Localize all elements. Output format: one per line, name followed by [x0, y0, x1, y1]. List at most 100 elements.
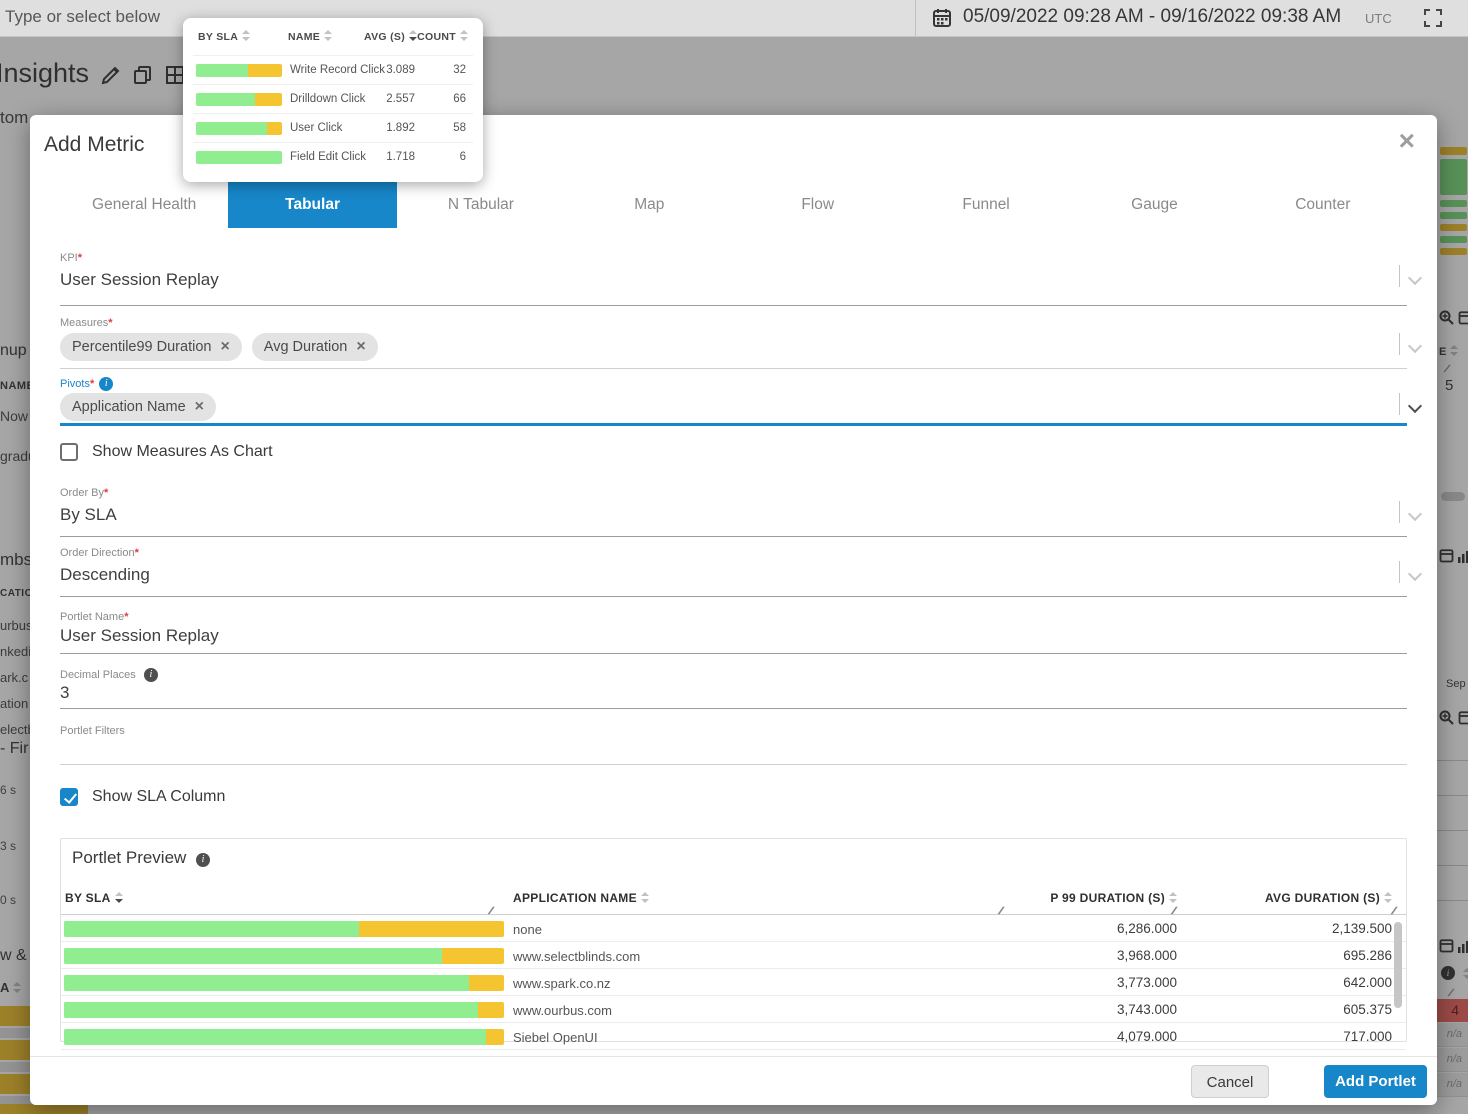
avg-value: 3.089: [386, 64, 415, 76]
chevron-down-icon[interactable]: [1410, 401, 1421, 412]
chevron-down-icon[interactable]: [1410, 273, 1421, 284]
col-by-sla[interactable]: BY SLA: [65, 891, 123, 905]
col-application-name[interactable]: APPLICATION NAME: [513, 891, 649, 905]
decimal-places-label: Decimal Places i: [60, 668, 158, 682]
dialog-title: Add Metric: [44, 133, 145, 156]
tooltip-col-by-sla[interactable]: BY SLA: [198, 30, 251, 43]
order-by-select[interactable]: By SLA: [60, 505, 117, 525]
p99-value: 4,079.000: [1116, 1029, 1177, 1044]
event-name: Field Edit Click: [290, 151, 367, 163]
chevron-down-icon[interactable]: [1410, 509, 1421, 520]
tab-flow[interactable]: Flow: [734, 182, 902, 228]
tab-counter[interactable]: Counter: [1239, 182, 1407, 228]
avg-value: 1.892: [386, 122, 415, 134]
chip-remove-icon[interactable]: ×: [356, 338, 365, 356]
tooltip-row: User Click 1.892 58: [193, 113, 473, 142]
event-name: User Click: [290, 122, 343, 134]
kpi-select[interactable]: User Session Replay: [60, 270, 219, 290]
checkbox-label: Show Measures As Chart: [92, 443, 273, 460]
p99-value: 6,286.000: [1116, 921, 1177, 936]
table-row[interactable]: www.spark.co.nz 3,773.000 642.000: [61, 969, 1406, 996]
sla-bar: [196, 93, 282, 106]
count-value: 58: [453, 122, 466, 134]
chip-remove-icon[interactable]: ×: [195, 398, 204, 416]
table-row[interactable]: www.selectblinds.com 3,968.000 695.286: [61, 942, 1406, 969]
kpi-label: KPI*: [60, 252, 83, 264]
chevron-down-icon[interactable]: [1410, 341, 1421, 352]
measures-select[interactable]: Percentile99 Duration × Avg Duration ×: [60, 333, 378, 361]
info-icon[interactable]: i: [196, 853, 211, 867]
show-sla-column-checkbox[interactable]: [60, 788, 78, 806]
tooltip-col-avg[interactable]: AVG (S): [364, 30, 417, 43]
table-row[interactable]: Siebel OpenUI 4,079.000 717.000: [61, 1023, 1406, 1050]
sla-bar: [64, 1029, 504, 1045]
order-direction-label: Order Direction*: [60, 547, 139, 559]
avg-value: 605.375: [1343, 1002, 1392, 1017]
sla-tooltip-card: BY SLA NAME AVG (S) COUNT Write Record C…: [183, 18, 483, 182]
order-by-label: Order By*: [60, 487, 109, 499]
vertical-scrollbar[interactable]: [1394, 922, 1402, 1008]
add-portlet-button[interactable]: Add Portlet: [1324, 1065, 1427, 1098]
order-direction-select[interactable]: Descending: [60, 565, 150, 585]
table-row[interactable]: www.ourbus.com 3,743.000 605.375: [61, 996, 1406, 1023]
count-value: 32: [453, 64, 466, 76]
col-p99-duration[interactable]: P 99 DURATION (S): [1050, 891, 1177, 905]
show-measures-as-chart-checkbox[interactable]: [60, 443, 78, 461]
screen: Type or select below 05/09/2022 09:28 AM…: [0, 0, 1468, 1114]
show-measures-as-chart-row: Show Measures As Chart: [60, 443, 273, 461]
avg-value: 2,139.500: [1331, 921, 1392, 936]
info-icon[interactable]: i: [143, 668, 158, 682]
portlet-name-input[interactable]: User Session Replay: [60, 626, 219, 646]
tab-map[interactable]: Map: [565, 182, 733, 228]
avg-value: 717.000: [1343, 1029, 1392, 1044]
p99-value: 3,743.000: [1116, 1002, 1177, 1017]
avg-value: 1.718: [386, 151, 415, 163]
application-name: www.selectblinds.com: [513, 949, 641, 964]
table-row[interactable]: none 6,286.000 2,139.500: [61, 915, 1406, 942]
pivot-chip[interactable]: Application Name ×: [60, 393, 216, 421]
application-name: Siebel OpenUI: [513, 1030, 598, 1045]
pivots-select[interactable]: Application Name ×: [60, 393, 216, 421]
measure-chip[interactable]: Avg Duration ×: [251, 333, 378, 361]
tab-general-health[interactable]: General Health: [60, 182, 228, 228]
chip-remove-icon[interactable]: ×: [220, 338, 229, 356]
avg-value: 2.557: [386, 93, 415, 105]
sla-bar: [64, 921, 504, 937]
tooltip-col-count[interactable]: COUNT: [417, 30, 468, 43]
tooltip-row: Write Record Click 3.089 32: [193, 55, 473, 84]
application-name: www.ourbus.com: [513, 1003, 612, 1018]
tab-tabular[interactable]: Tabular: [228, 182, 397, 228]
info-icon[interactable]: i: [99, 377, 114, 391]
measure-chip[interactable]: Percentile99 Duration ×: [60, 333, 242, 361]
sla-bar: [196, 151, 282, 164]
count-value: 6: [459, 151, 466, 163]
sla-bar: [196, 122, 282, 135]
tab-funnel[interactable]: Funnel: [902, 182, 1070, 228]
avg-value: 642.000: [1343, 975, 1392, 990]
chart-type-tabs: General Health Tabular N Tabular Map Flo…: [60, 182, 1407, 228]
sla-bar: [64, 975, 504, 991]
sla-bar: [64, 1002, 504, 1018]
add-metric-dialog: Add Metric × General Health Tabular N Ta…: [30, 115, 1437, 1105]
application-name: none: [513, 922, 542, 937]
tooltip-header-row: BY SLA NAME AVG (S) COUNT: [183, 30, 483, 52]
decimal-places-input[interactable]: 3: [60, 683, 69, 703]
chevron-down-icon[interactable]: [1410, 569, 1421, 580]
application-name: www.spark.co.nz: [513, 976, 611, 991]
tooltip-row: Field Edit Click 1.718 6: [193, 142, 473, 171]
tab-n-tabular[interactable]: N Tabular: [397, 182, 565, 228]
cancel-button[interactable]: Cancel: [1191, 1065, 1269, 1098]
close-icon[interactable]: ×: [1399, 127, 1415, 155]
sla-bar: [64, 948, 504, 964]
portlet-filters-label: Portlet Filters: [60, 725, 125, 737]
p99-value: 3,773.000: [1116, 975, 1177, 990]
measures-label: Measures*: [60, 317, 113, 329]
tooltip-col-name[interactable]: NAME: [288, 30, 333, 43]
portlet-name-label: Portlet Name*: [60, 611, 129, 623]
col-avg-duration[interactable]: AVG DURATION (S): [1265, 891, 1392, 905]
count-value: 66: [453, 93, 466, 105]
event-name: Drilldown Click: [290, 93, 366, 105]
tab-gauge[interactable]: Gauge: [1070, 182, 1238, 228]
show-sla-column-row: Show SLA Column: [60, 788, 225, 806]
portlet-preview-title: Portlet Preview i: [72, 848, 211, 868]
